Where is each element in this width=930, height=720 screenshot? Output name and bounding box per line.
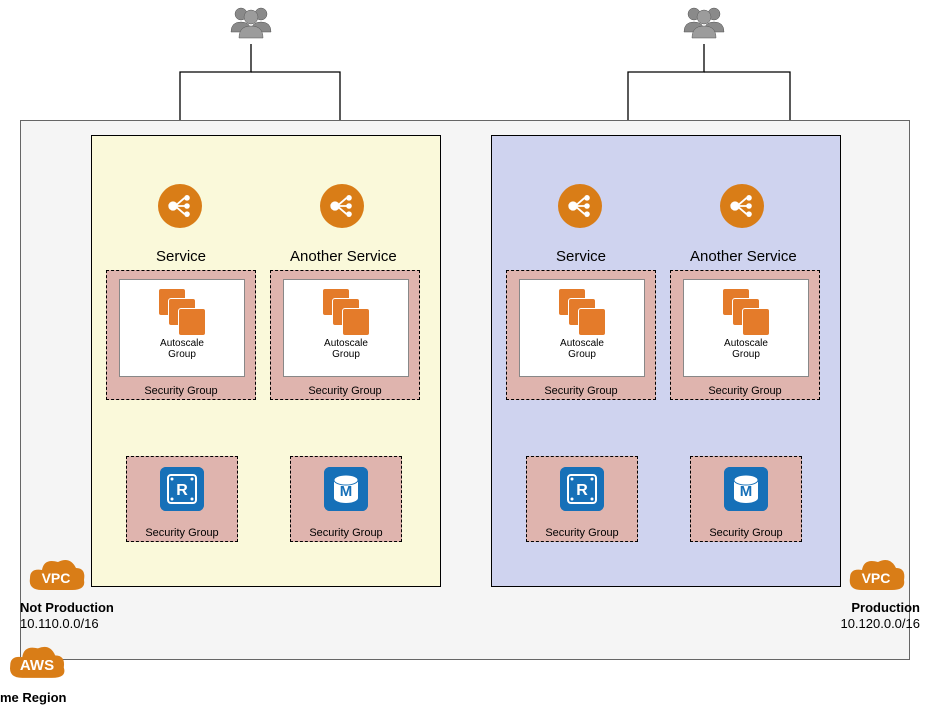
autoscale-group: AutoscaleGroup bbox=[683, 279, 809, 377]
elb-icon bbox=[558, 184, 602, 228]
aws-cloud-icon: AWS bbox=[0, 640, 74, 688]
vpc-name: Not Production bbox=[20, 600, 114, 615]
vpc-badge: VPC bbox=[42, 570, 71, 586]
security-group: AutoscaleGroup Security Group bbox=[506, 270, 656, 400]
vpc-cloud-icon: VPC bbox=[844, 556, 908, 598]
vpc-cidr: 10.120.0.0/16 bbox=[840, 616, 920, 631]
ec2-instances-icon bbox=[158, 288, 206, 336]
svg-text:R: R bbox=[176, 482, 188, 499]
sg-label: Security Group bbox=[107, 385, 255, 397]
region-box: Service Another Service AutoscaleGroup S… bbox=[20, 120, 910, 660]
ec2-instances-icon bbox=[322, 288, 370, 336]
security-group: M Security Group bbox=[290, 456, 402, 542]
asg-label: Autoscale bbox=[160, 338, 204, 349]
ec2-instances-icon bbox=[722, 288, 770, 336]
vpc-cidr: 10.110.0.0/16 bbox=[20, 616, 99, 631]
asg-label: Group bbox=[168, 349, 196, 360]
elb-icon bbox=[320, 184, 364, 228]
vpc-not-production: Service Another Service AutoscaleGroup S… bbox=[91, 135, 441, 587]
vpc-name: Production bbox=[851, 600, 920, 615]
vpc-cloud-icon: VPC bbox=[24, 556, 88, 598]
sg-label: Security Group bbox=[291, 527, 401, 539]
region-label: me Region bbox=[0, 690, 66, 706]
database-icon: M bbox=[724, 467, 768, 511]
elb-icon bbox=[720, 184, 764, 228]
service-title: Service bbox=[556, 248, 606, 265]
asg-label: Group bbox=[332, 349, 360, 360]
svg-text:M: M bbox=[740, 483, 753, 500]
cache-icon: R bbox=[160, 467, 204, 511]
security-group: AutoscaleGroup Security Group bbox=[106, 270, 256, 400]
aws-badge: AWS bbox=[20, 657, 54, 674]
sg-label: Security Group bbox=[527, 527, 637, 539]
autoscale-group: AutoscaleGroup bbox=[283, 279, 409, 377]
vpc-badge: VPC bbox=[862, 570, 891, 586]
vpc-label: Not Production 10.110.0.0/16 bbox=[20, 600, 114, 631]
asg-label: Group bbox=[568, 349, 596, 360]
asg-label: Autoscale bbox=[724, 338, 768, 349]
svg-text:M: M bbox=[340, 483, 353, 500]
asg-label: Autoscale bbox=[560, 338, 604, 349]
sg-label: Security Group bbox=[127, 527, 237, 539]
database-icon: M bbox=[324, 467, 368, 511]
sg-label: Security Group bbox=[671, 385, 819, 397]
service-title: Another Service bbox=[290, 248, 397, 265]
vpc-label: Production 10.120.0.0/16 bbox=[820, 600, 920, 631]
svg-text:R: R bbox=[576, 482, 588, 499]
autoscale-group: AutoscaleGroup bbox=[119, 279, 245, 377]
sg-label: Security Group bbox=[507, 385, 655, 397]
sg-label: Security Group bbox=[691, 527, 801, 539]
security-group: R Security Group bbox=[526, 456, 638, 542]
security-group: M Security Group bbox=[690, 456, 802, 542]
autoscale-group: AutoscaleGroup bbox=[519, 279, 645, 377]
asg-label: Group bbox=[732, 349, 760, 360]
asg-label: Autoscale bbox=[324, 338, 368, 349]
security-group: AutoscaleGroup Security Group bbox=[670, 270, 820, 400]
ec2-instances-icon bbox=[558, 288, 606, 336]
elb-icon bbox=[158, 184, 202, 228]
cache-icon: R bbox=[560, 467, 604, 511]
region-name: me Region bbox=[0, 690, 66, 705]
security-group: AutoscaleGroup Security Group bbox=[270, 270, 420, 400]
vpc-production: Service Another Service AutoscaleGroup S… bbox=[491, 135, 841, 587]
service-title: Another Service bbox=[690, 248, 797, 265]
service-title: Service bbox=[156, 248, 206, 265]
security-group: R Security Group bbox=[126, 456, 238, 542]
sg-label: Security Group bbox=[271, 385, 419, 397]
